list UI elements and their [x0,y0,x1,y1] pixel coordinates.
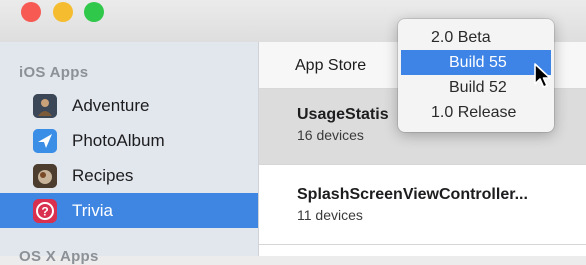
minimize-window-button[interactable] [53,2,73,22]
trivia-icon: ? [33,199,57,223]
sidebar-item-label: Recipes [72,166,134,185]
row-device-count: 16 devices [297,127,364,143]
row-divider [259,244,586,245]
tab-app-store[interactable]: App Store [295,57,366,75]
section-header-osx: OS X Apps [19,248,99,265]
row-device-count: 11 devices [297,207,363,223]
list-row[interactable]: SplashScreenViewController... 11 devices [259,169,586,245]
zoom-window-button[interactable] [84,2,104,22]
sidebar-item-label: Adventure [72,96,150,115]
sidebar-item-adventure[interactable]: Adventure [0,88,258,123]
mouse-pointer-icon [534,63,551,88]
menu-item-build-52[interactable]: Build 52 [401,75,551,100]
svg-text:?: ? [41,205,48,219]
sidebar: iOS Apps Adventure PhotoAlbum Recipes ? … [0,42,259,265]
row-divider [259,164,586,165]
menu-item-label: 2.0 Beta [431,29,491,46]
sidebar-item-photoalbum[interactable]: PhotoAlbum [0,123,258,158]
sidebar-item-trivia[interactable]: ? Trivia [0,193,258,228]
sidebar-item-recipes[interactable]: Recipes [0,158,258,193]
adventure-icon [33,94,57,118]
photoalbum-icon [33,129,57,153]
row-title: SplashScreenViewController... [297,186,528,203]
menu-item-2-0-beta[interactable]: 2.0 Beta [401,25,551,50]
version-popup-menu: 2.0 Beta Build 55 Build 52 1.0 Release [398,19,554,132]
sidebar-item-label: PhotoAlbum [72,131,165,150]
menu-item-label: 1.0 Release [431,104,517,121]
menu-item-1-0-release[interactable]: 1.0 Release [401,100,551,125]
section-header-ios: iOS Apps [19,64,89,81]
menu-item-label: Build 52 [449,79,507,96]
recipes-icon [33,164,57,188]
close-window-button[interactable] [21,2,41,22]
menu-item-label: Build 55 [449,54,507,71]
sidebar-item-label: Trivia [72,201,113,220]
menu-item-build-55[interactable]: Build 55 [401,50,551,75]
row-title: UsageStatis [297,106,389,123]
